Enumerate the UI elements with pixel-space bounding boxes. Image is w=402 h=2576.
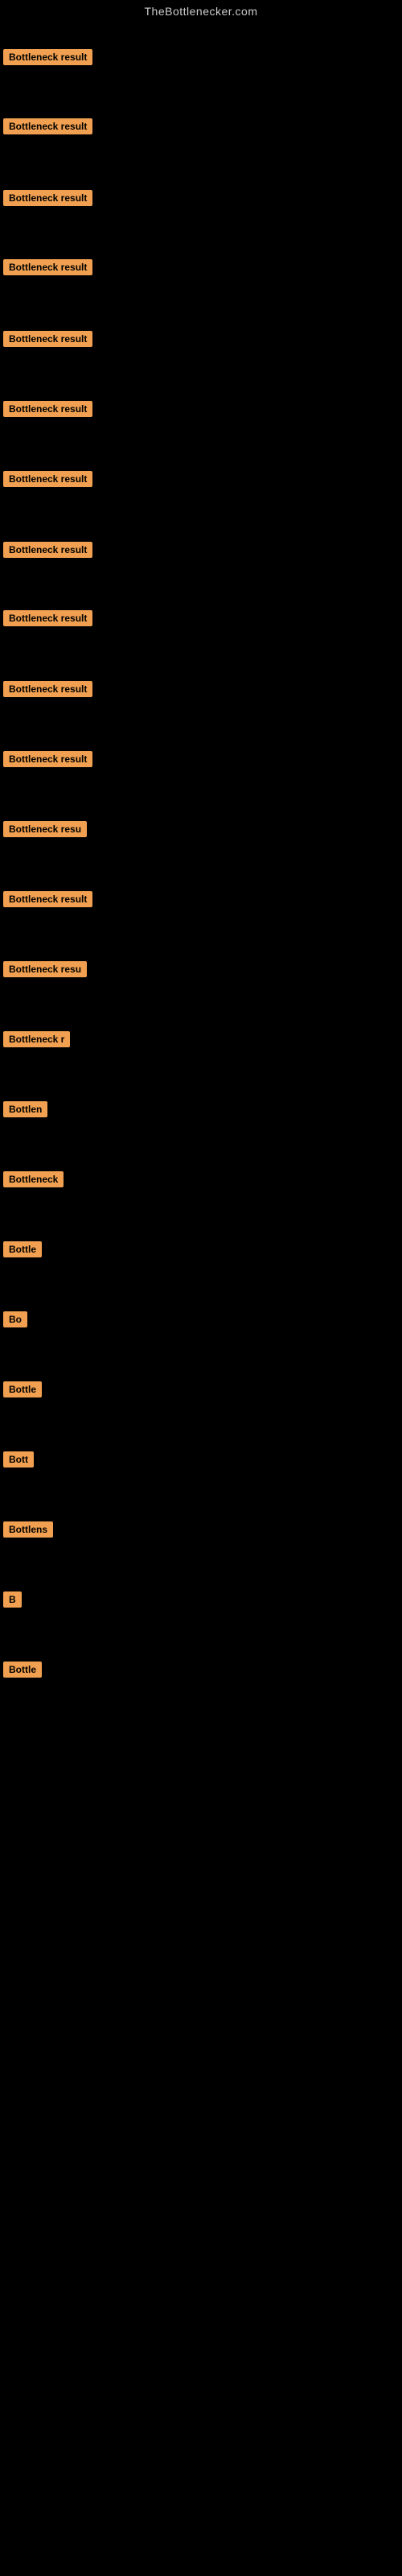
bottleneck-badge[interactable]: Bottleneck result bbox=[3, 259, 92, 275]
list-item: Bottlens bbox=[0, 1475, 402, 1545]
bottleneck-badge[interactable]: Bottleneck result bbox=[3, 401, 92, 417]
bottleneck-badge[interactable]: Bottleneck result bbox=[3, 751, 92, 767]
bottleneck-badge[interactable]: Bottle bbox=[3, 1381, 42, 1397]
list-item: Bottlen bbox=[0, 1055, 402, 1125]
list-item: Bottleneck result bbox=[0, 354, 402, 424]
bottleneck-badge[interactable]: Bottleneck result bbox=[3, 610, 92, 626]
list-item: Bottleneck result bbox=[0, 283, 402, 354]
list-item: Bo bbox=[0, 1265, 402, 1335]
bottleneck-badge[interactable]: Bottleneck resu bbox=[3, 961, 87, 977]
list-item: Bottleneck bbox=[0, 1125, 402, 1195]
bottleneck-badge[interactable]: Bottleneck result bbox=[3, 471, 92, 487]
list-item: Bottleneck result bbox=[0, 142, 402, 213]
site-title: TheBottlenecker.com bbox=[0, 0, 402, 26]
bottleneck-badge[interactable]: Bottleneck result bbox=[3, 49, 92, 65]
bottleneck-badge[interactable]: Bo bbox=[3, 1311, 27, 1327]
list-item: Bottleneck result bbox=[0, 424, 402, 494]
bottleneck-badge[interactable]: Bottlen bbox=[3, 1101, 47, 1117]
rows-container: Bottleneck result Bottleneck result Bottle… bbox=[0, 26, 402, 1685]
list-item: Bottleneck result bbox=[0, 634, 402, 704]
list-item: Bottle bbox=[0, 1615, 402, 1685]
bottleneck-badge[interactable]: Bottleneck resu bbox=[3, 821, 87, 837]
bottleneck-badge[interactable]: Bottle bbox=[3, 1241, 42, 1257]
bottleneck-badge[interactable]: Bottleneck r bbox=[3, 1031, 70, 1047]
list-item: B bbox=[0, 1545, 402, 1615]
list-item: Bottleneck result bbox=[0, 494, 402, 565]
bottleneck-badge[interactable]: Bottleneck result bbox=[3, 542, 92, 558]
list-item: Bottle bbox=[0, 1195, 402, 1265]
bottleneck-badge[interactable]: Bottleneck result bbox=[3, 681, 92, 697]
list-item: Bottleneck resu bbox=[0, 914, 402, 985]
bottleneck-badge[interactable]: Bottleneck result bbox=[3, 118, 92, 134]
list-item: Bottleneck result bbox=[0, 72, 402, 142]
list-item: Bottleneck resu bbox=[0, 774, 402, 844]
list-item: Bottleneck result bbox=[0, 704, 402, 774]
bottleneck-badge[interactable]: Bottleneck result bbox=[3, 190, 92, 206]
bottleneck-badge[interactable]: Bottleneck result bbox=[3, 891, 92, 907]
list-item: Bottleneck r bbox=[0, 985, 402, 1055]
list-item: Bottle bbox=[0, 1335, 402, 1405]
list-item: Bottleneck result bbox=[0, 213, 402, 283]
bottleneck-badge[interactable]: Bottle bbox=[3, 1662, 42, 1678]
list-item: Bott bbox=[0, 1405, 402, 1475]
bottleneck-badge[interactable]: Bottleneck result bbox=[3, 331, 92, 347]
list-item: Bottleneck result bbox=[0, 26, 402, 72]
list-item: Bottleneck result bbox=[0, 565, 402, 634]
bottleneck-badge[interactable]: Bottlens bbox=[3, 1521, 53, 1538]
list-item: Bottleneck result bbox=[0, 844, 402, 914]
bottleneck-badge[interactable]: Bott bbox=[3, 1451, 34, 1468]
site-title-container: TheBottlenecker.com bbox=[0, 0, 402, 26]
bottleneck-badge[interactable]: B bbox=[3, 1591, 22, 1608]
bottleneck-badge[interactable]: Bottleneck bbox=[3, 1171, 64, 1187]
